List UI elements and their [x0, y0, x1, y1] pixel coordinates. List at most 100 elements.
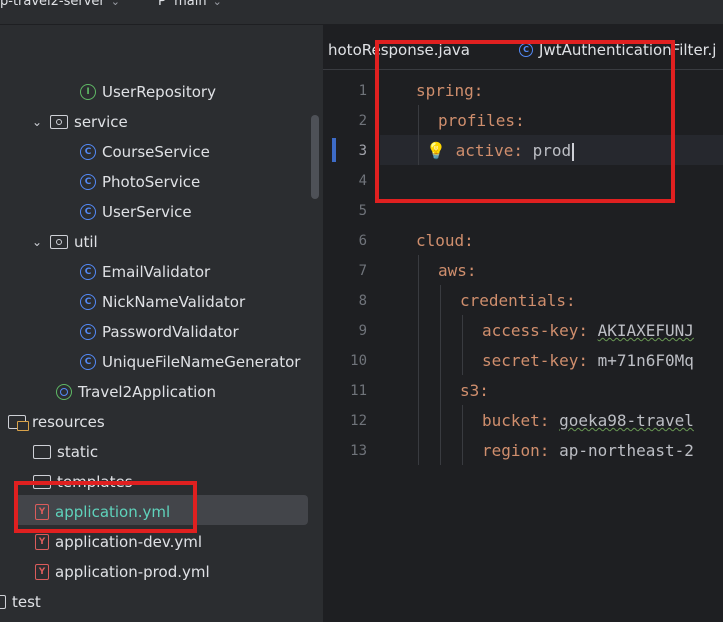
colon: :: [464, 231, 474, 250]
tree-scrollbar[interactable]: [311, 115, 319, 199]
colon: :: [565, 291, 576, 310]
line-number: 12: [350, 413, 367, 429]
tree-item-label: NickNameValidator: [102, 293, 246, 311]
tree-item-label: service: [74, 113, 128, 131]
yaml-key: access-key: [482, 321, 579, 340]
yaml-key: credentials: [460, 291, 566, 310]
interface-icon: I: [80, 84, 96, 100]
class-icon: C: [80, 174, 96, 190]
tree-item-label: util: [74, 233, 98, 251]
colon: :: [539, 411, 550, 430]
package-icon: [50, 115, 68, 129]
code-line-13: region: ap-northeast-2: [482, 436, 694, 466]
line-number: 3: [358, 143, 367, 159]
code-line-11: s3:: [460, 376, 489, 406]
tree-item-userservice[interactable]: C UserService: [80, 197, 192, 227]
line-number: 1: [358, 83, 367, 99]
class-icon: C: [80, 354, 96, 370]
tree-item-label: static: [57, 443, 99, 461]
colon: :: [539, 441, 550, 460]
tree-item-label: UserRepository: [102, 83, 216, 101]
yaml-key: cloud: [416, 231, 465, 250]
tree-item-nicknamevalidator[interactable]: C NickNameValidator: [80, 287, 245, 317]
line-number: 2: [358, 113, 367, 129]
indent-guide: [462, 405, 463, 465]
yaml-value: AKIAXEFUNJ: [597, 321, 694, 340]
branch-icon: P: [158, 0, 166, 9]
line-number: 6: [358, 233, 367, 249]
indent-guide: [418, 255, 419, 465]
line-number: 4: [358, 173, 367, 189]
tree-item-label: UserService: [102, 203, 192, 221]
code-line-6: cloud:: [416, 226, 474, 256]
yaml-icon: Y: [35, 564, 49, 580]
class-icon: C: [80, 144, 96, 160]
package-icon: [50, 235, 68, 249]
yaml-key: aws: [438, 261, 467, 280]
code-line-7: aws:: [438, 256, 477, 286]
tree-item-test[interactable]: test: [0, 587, 41, 617]
code-line-8: credentials:: [460, 286, 576, 316]
tree-item-uniquefilenamegenerator[interactable]: C UniqueFileNameGenerator: [80, 347, 300, 377]
line-number: 5: [358, 203, 367, 219]
tree-item-photoservice[interactable]: C PhotoService: [80, 167, 200, 197]
branch-name: main: [174, 0, 207, 9]
code-line-12: bucket: goeka98-travel: [482, 406, 694, 436]
line-number: 11: [350, 383, 367, 399]
colon: :: [479, 381, 489, 400]
code-line-9: access-key: AKIAXEFUNJ: [482, 316, 694, 346]
tree-item-label: EmailValidator: [102, 263, 211, 281]
tree-item-label: UniqueFileNameGenerator: [102, 353, 301, 371]
yaml-key: region: [482, 441, 540, 460]
folder-icon: [0, 595, 6, 609]
tree-item-label: CourseService: [102, 143, 210, 161]
class-icon: C: [80, 324, 96, 340]
expand-arrow-icon[interactable]: ⌄: [30, 227, 44, 257]
yaml-value: goeka98-travel: [559, 411, 694, 430]
code-line-10: secret-key: m+71n6F0Mq: [482, 346, 694, 376]
tree-item-emailvalidator[interactable]: C EmailValidator: [80, 257, 210, 287]
tree-item-util[interactable]: ⌄ util: [30, 227, 98, 257]
spring-app-icon: [56, 384, 72, 400]
line-number: 8: [358, 293, 367, 309]
chevron-down-icon: ⌄: [212, 0, 222, 8]
yaml-value: ap-northeast-2: [559, 441, 694, 460]
tree-item-label: Travel2Application: [78, 383, 216, 401]
tree-item-userrepository[interactable]: I UserRepository: [80, 77, 216, 107]
highlight-box-profiles: [375, 40, 675, 203]
colon: :: [466, 261, 477, 280]
line-number: 10: [350, 353, 367, 369]
branch-selector[interactable]: P main ⌄: [158, 0, 222, 9]
tree-item-static[interactable]: static: [33, 437, 98, 467]
line-number: 7: [358, 263, 367, 279]
yaml-key: bucket: [482, 411, 540, 430]
class-icon: C: [80, 294, 96, 310]
line-number: 13: [350, 443, 367, 459]
indent-guide: [462, 315, 463, 375]
indent-guide: [440, 285, 441, 465]
folder-icon: [33, 445, 51, 459]
project-name: p-travel2-server: [0, 0, 105, 9]
yaml-value: m+71n6F0Mq: [597, 351, 694, 370]
tree-item-service[interactable]: ⌄ service: [30, 107, 128, 137]
tree-item-label: PhotoService: [102, 173, 201, 191]
tree-item-label: resources: [32, 413, 105, 431]
class-icon: C: [80, 264, 96, 280]
highlight-box-application-yml: [14, 481, 197, 533]
tree-item-label: test: [12, 593, 41, 611]
colon: :: [578, 351, 588, 370]
tree-item-resources[interactable]: resources: [8, 407, 105, 437]
line-number: 9: [358, 323, 367, 339]
class-icon: C: [80, 204, 96, 220]
tree-item-travel2application[interactable]: Travel2Application: [56, 377, 216, 407]
tree-item-courseservice[interactable]: C CourseService: [80, 137, 210, 167]
tree-item-passwordvalidator[interactable]: C PasswordValidator: [80, 317, 239, 347]
yaml-icon: Y: [35, 534, 49, 550]
tree-item-application-prod-yml[interactable]: Yapplication-prod.yml: [35, 557, 210, 587]
expand-arrow-icon[interactable]: ⌄: [30, 107, 44, 137]
tree-item-label: PasswordValidator: [102, 323, 239, 341]
tree-item-label: application-prod.yml: [55, 563, 210, 581]
title-bar: p-travel2-server ⌄ P main ⌄: [0, 0, 723, 25]
project-selector[interactable]: p-travel2-server ⌄: [0, 0, 120, 9]
yaml-key: s3: [460, 381, 480, 400]
